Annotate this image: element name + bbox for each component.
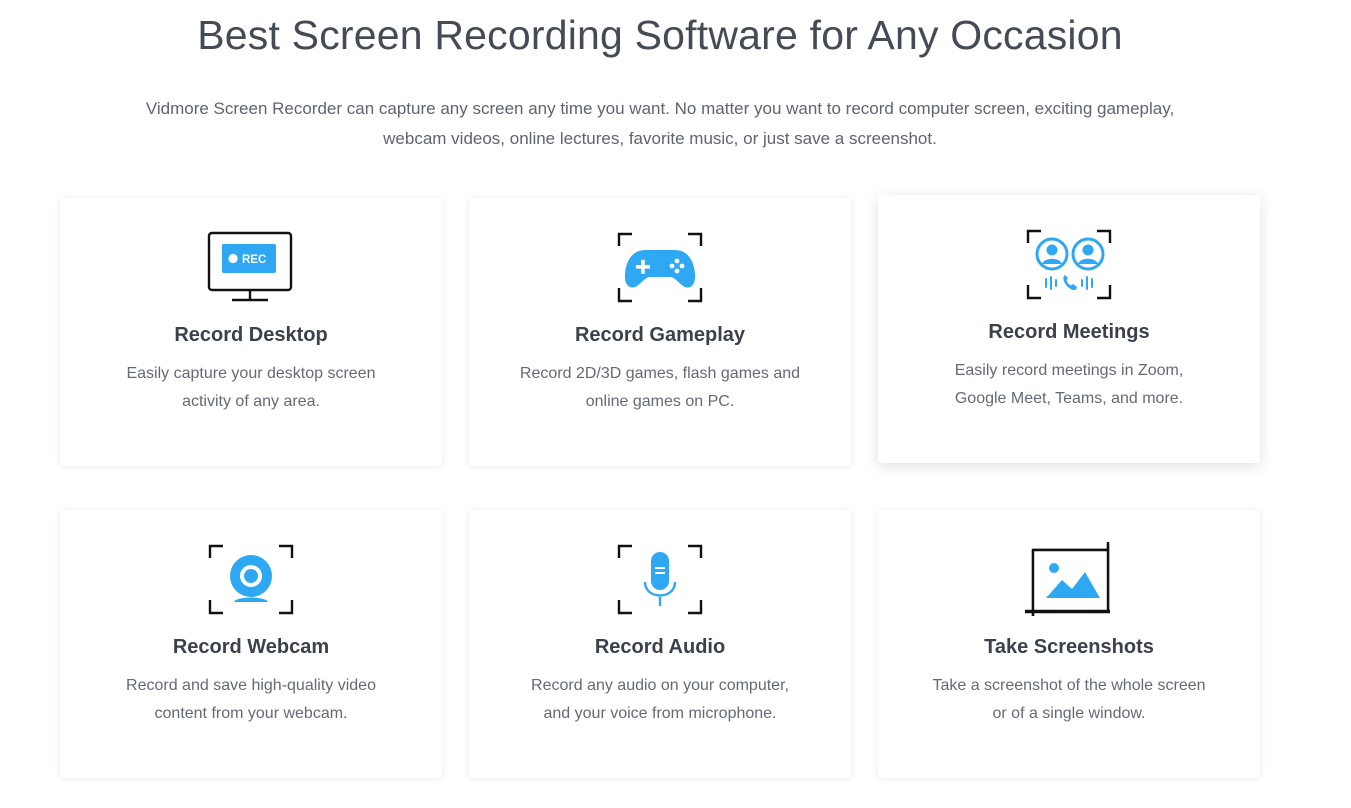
intro-text: Vidmore Screen Recorder can capture any … bbox=[145, 99, 1175, 148]
feature-title: Record Meetings bbox=[988, 321, 1150, 343]
rec-badge-label: REC bbox=[242, 254, 266, 266]
feature-title: Record Gameplay bbox=[574, 324, 746, 346]
screenshot-icon bbox=[1024, 542, 1114, 618]
feature-description: Easily record meetings in Zoom, Google M… bbox=[954, 362, 1184, 407]
feature-description: Take a screenshot of the whole screen or… bbox=[932, 677, 1206, 722]
feature-card-record-meetings[interactable]: Record Meetings Easily record meetings i… bbox=[878, 195, 1260, 463]
feature-description: Record and save high-quality video conte… bbox=[126, 677, 376, 722]
feature-description: Record any audio on your computer, and y… bbox=[531, 677, 789, 722]
feature-card-take-screenshots[interactable]: Take Screenshots Take a screenshot of th… bbox=[878, 510, 1260, 778]
feature-card-record-desktop[interactable]: REC Record Desktop Easily capture your d… bbox=[60, 198, 442, 466]
meeting-icon bbox=[1024, 227, 1114, 303]
microphone-icon bbox=[615, 542, 705, 618]
monitor-rec-icon: REC bbox=[206, 230, 296, 306]
feature-card-record-audio[interactable]: Record Audio Record any audio on your co… bbox=[469, 510, 851, 778]
page-title: Best Screen Recording Software for Any O… bbox=[197, 12, 1123, 58]
feature-title: Record Webcam bbox=[172, 636, 330, 658]
webcam-icon bbox=[206, 542, 296, 618]
feature-title: Record Desktop bbox=[174, 324, 328, 346]
feature-card-record-gameplay[interactable]: Record Gameplay Record 2D/3D games, flas… bbox=[469, 198, 851, 466]
feature-title: Record Audio bbox=[594, 636, 726, 658]
feature-description: Easily capture your desktop screen activ… bbox=[126, 365, 376, 410]
feature-title: Take Screenshots bbox=[984, 636, 1154, 658]
feature-card-record-webcam[interactable]: Record Webcam Record and save high-quali… bbox=[60, 510, 442, 778]
gamepad-icon bbox=[615, 230, 705, 306]
feature-description: Record 2D/3D games, flash games and onli… bbox=[519, 365, 801, 410]
